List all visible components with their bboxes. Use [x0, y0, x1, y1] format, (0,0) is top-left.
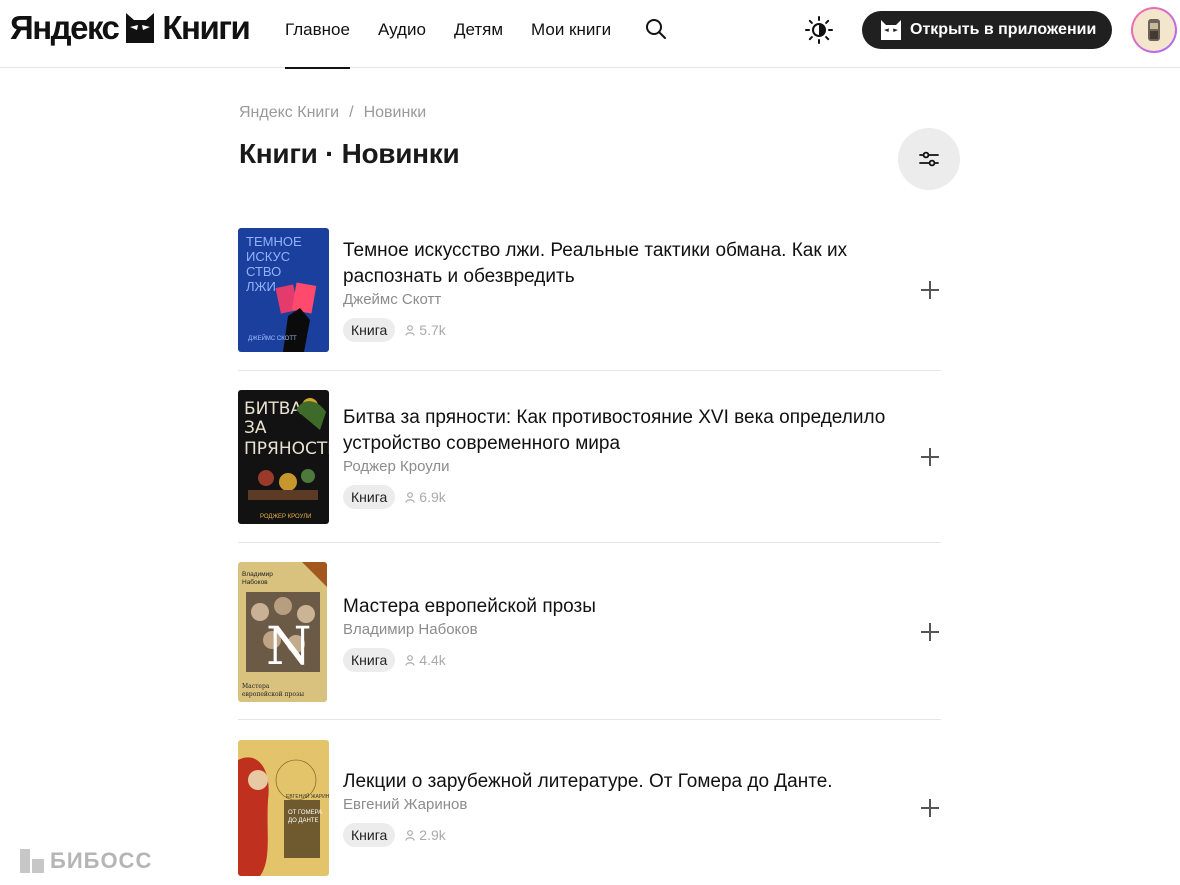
add-plus-icon[interactable]: [919, 279, 941, 301]
book-type-badge: Книга: [343, 485, 396, 509]
breadcrumb-current: Новинки: [363, 104, 427, 121]
book-info: Темное искусство лжи. Реальные тактики о…: [343, 238, 903, 342]
svg-text:БИТВА: БИТВА: [244, 399, 302, 419]
watermark: БИБОСС: [20, 848, 152, 874]
filter-sliders-icon: [919, 151, 939, 167]
book-author[interactable]: Роджер Кроули: [343, 457, 903, 477]
book-cover[interactable]: ОТ ГОМЕРА ДО ДАНТЕ ЕВГЕНИЙ ЖАРИНОВ: [238, 740, 329, 876]
book-readers-count: 5.7k: [419, 322, 446, 338]
book-item[interactable]: ТЕМНОЕ ИСКУС СТВО ЛЖИ ДЖЕЙМС СКОТТ Темно…: [238, 228, 941, 352]
add-plus-icon[interactable]: [919, 621, 941, 643]
svg-text:Мастера: Мастера: [242, 683, 270, 690]
svg-text:Набоков: Набоков: [242, 578, 268, 586]
book-item[interactable]: Владимир Набоков N Мастера европейской п…: [238, 562, 941, 702]
watermark-text: БИБОСС: [50, 848, 153, 873]
book-cover-image: Владимир Набоков N Мастера европейской п…: [238, 562, 327, 702]
svg-text:ПРЯНОСТИ: ПРЯНОСТИ: [244, 439, 329, 459]
svg-text:N: N: [266, 617, 312, 677]
book-title[interactable]: Мастера европейской прозы: [343, 594, 903, 620]
svg-text:ЕВГЕНИЙ ЖАРИНОВ: ЕВГЕНИЙ ЖАРИНОВ: [286, 792, 329, 800]
book-meta: Книга 5.7k: [343, 318, 903, 342]
book-meta: Книга 6.9k: [343, 485, 903, 509]
book-cover-image: ОТ ГОМЕРА ДО ДАНТЕ ЕВГЕНИЙ ЖАРИНОВ: [238, 740, 329, 876]
svg-text:ОТ ГОМЕРА: ОТ ГОМЕРА: [288, 810, 322, 816]
book-item[interactable]: БИТВА ЗА ПРЯНОСТИ РОДЖЕР КРОУЛИ Битва за…: [238, 390, 941, 524]
book-cover-image: БИТВА ЗА ПРЯНОСТИ РОДЖЕР КРОУЛИ: [238, 390, 329, 524]
book-type-badge: Книга: [343, 648, 396, 672]
book-readers-count: 6.9k: [419, 489, 446, 505]
svg-text:ЗА: ЗА: [244, 418, 267, 438]
add-plus-icon[interactable]: [919, 797, 941, 819]
svg-text:Владимир: Владимир: [242, 571, 273, 578]
nav-item-kids[interactable]: Детям: [454, 0, 503, 68]
svg-text:ДЖЕЙМС СКОТТ: ДЖЕЙМС СКОТТ: [248, 334, 297, 342]
svg-text:ТЕМНОЕ: ТЕМНОЕ: [246, 234, 302, 249]
nav-item-main[interactable]: Главное: [285, 0, 350, 69]
svg-text:ЛЖИ: ЛЖИ: [246, 279, 276, 294]
page-title: Книги · Новинки: [239, 138, 460, 169]
book-info: Битва за пряности: Как противостояние XV…: [343, 405, 903, 509]
user-avatar[interactable]: [1131, 7, 1177, 53]
yandex-books-logo[interactable]: Яндекс Книги: [10, 8, 251, 48]
book-type-badge: Книга: [343, 318, 396, 342]
book-readers: 6.9k: [405, 489, 446, 505]
svg-text:ДО ДАНТЕ: ДО ДАНТЕ: [288, 818, 318, 824]
list-divider: [238, 370, 941, 371]
logo-text-right: Книги: [162, 9, 250, 46]
book-type-badge: Книга: [343, 823, 396, 847]
book-cover[interactable]: ТЕМНОЕ ИСКУС СТВО ЛЖИ ДЖЕЙМС СКОТТ: [238, 228, 329, 352]
search-icon[interactable]: [644, 17, 668, 41]
book-item[interactable]: ОТ ГОМЕРА ДО ДАНТЕ ЕВГЕНИЙ ЖАРИНОВ Лекци…: [238, 740, 941, 876]
list-divider: [238, 542, 941, 543]
list-divider: [238, 719, 941, 720]
book-readers: 2.9k: [405, 827, 446, 843]
svg-text:СТВО: СТВО: [246, 264, 281, 279]
book-cover[interactable]: БИТВА ЗА ПРЯНОСТИ РОДЖЕР КРОУЛИ: [238, 390, 329, 524]
user-icon: [405, 654, 415, 666]
svg-text:РОДЖЕР КРОУЛИ: РОДЖЕР КРОУЛИ: [260, 514, 311, 520]
user-icon: [405, 324, 415, 336]
filter-button[interactable]: [898, 128, 960, 190]
book-meta: Книга 4.4k: [343, 648, 903, 672]
open-in-app-label: Открыть в приложении: [910, 21, 1097, 38]
book-author[interactable]: Евгений Жаринов: [343, 795, 903, 815]
svg-text:ИСКУС: ИСКУС: [246, 249, 290, 264]
book-title[interactable]: Битва за пряности: Как противостояние XV…: [343, 405, 903, 457]
book-meta: Книга 2.9k: [343, 823, 903, 847]
add-plus-icon[interactable]: [919, 446, 941, 468]
book-title[interactable]: Лекции о зарубежной литературе. От Гомер…: [343, 769, 903, 795]
breadcrumb-separator: /: [349, 104, 354, 121]
book-readers-count: 4.4k: [419, 652, 446, 668]
cat-mask-icon: [881, 20, 901, 40]
nav-item-audio[interactable]: Аудио: [378, 0, 426, 68]
breadcrumb: Яндекс Книги / Новинки: [239, 104, 426, 122]
watermark-logo-icon: [20, 849, 44, 873]
book-info: Мастера европейской прозы Владимир Набок…: [343, 594, 903, 672]
user-icon: [405, 491, 415, 503]
theme-toggle-icon[interactable]: [804, 15, 834, 45]
cat-mask-logo-icon: [126, 13, 155, 43]
open-in-app-button[interactable]: Открыть в приложении: [862, 11, 1112, 49]
book-author[interactable]: Джеймс Скотт: [343, 290, 903, 310]
top-header: Яндекс Книги Главное Аудио Детям Мои кни…: [0, 0, 1180, 69]
svg-text:европейской прозы: европейской прозы: [242, 691, 304, 698]
nav-item-my-books[interactable]: Мои книги: [531, 0, 611, 68]
breadcrumb-root[interactable]: Яндекс Книги: [239, 104, 339, 122]
logo-text-left: Яндекс: [10, 9, 120, 46]
book-readers: 5.7k: [405, 322, 446, 338]
book-cover[interactable]: Владимир Набоков N Мастера европейской п…: [238, 562, 327, 702]
book-readers-count: 2.9k: [419, 827, 446, 843]
book-cover-image: ТЕМНОЕ ИСКУС СТВО ЛЖИ ДЖЕЙМС СКОТТ: [238, 228, 329, 352]
book-info: Лекции о зарубежной литературе. От Гомер…: [343, 769, 903, 847]
book-readers: 4.4k: [405, 652, 446, 668]
user-icon: [405, 829, 415, 841]
main-nav: Главное Аудио Детям Мои книги: [285, 0, 639, 69]
book-author[interactable]: Владимир Набоков: [343, 620, 903, 640]
avatar-image-icon: [1148, 19, 1160, 41]
book-title[interactable]: Темное искусство лжи. Реальные тактики о…: [343, 238, 903, 290]
